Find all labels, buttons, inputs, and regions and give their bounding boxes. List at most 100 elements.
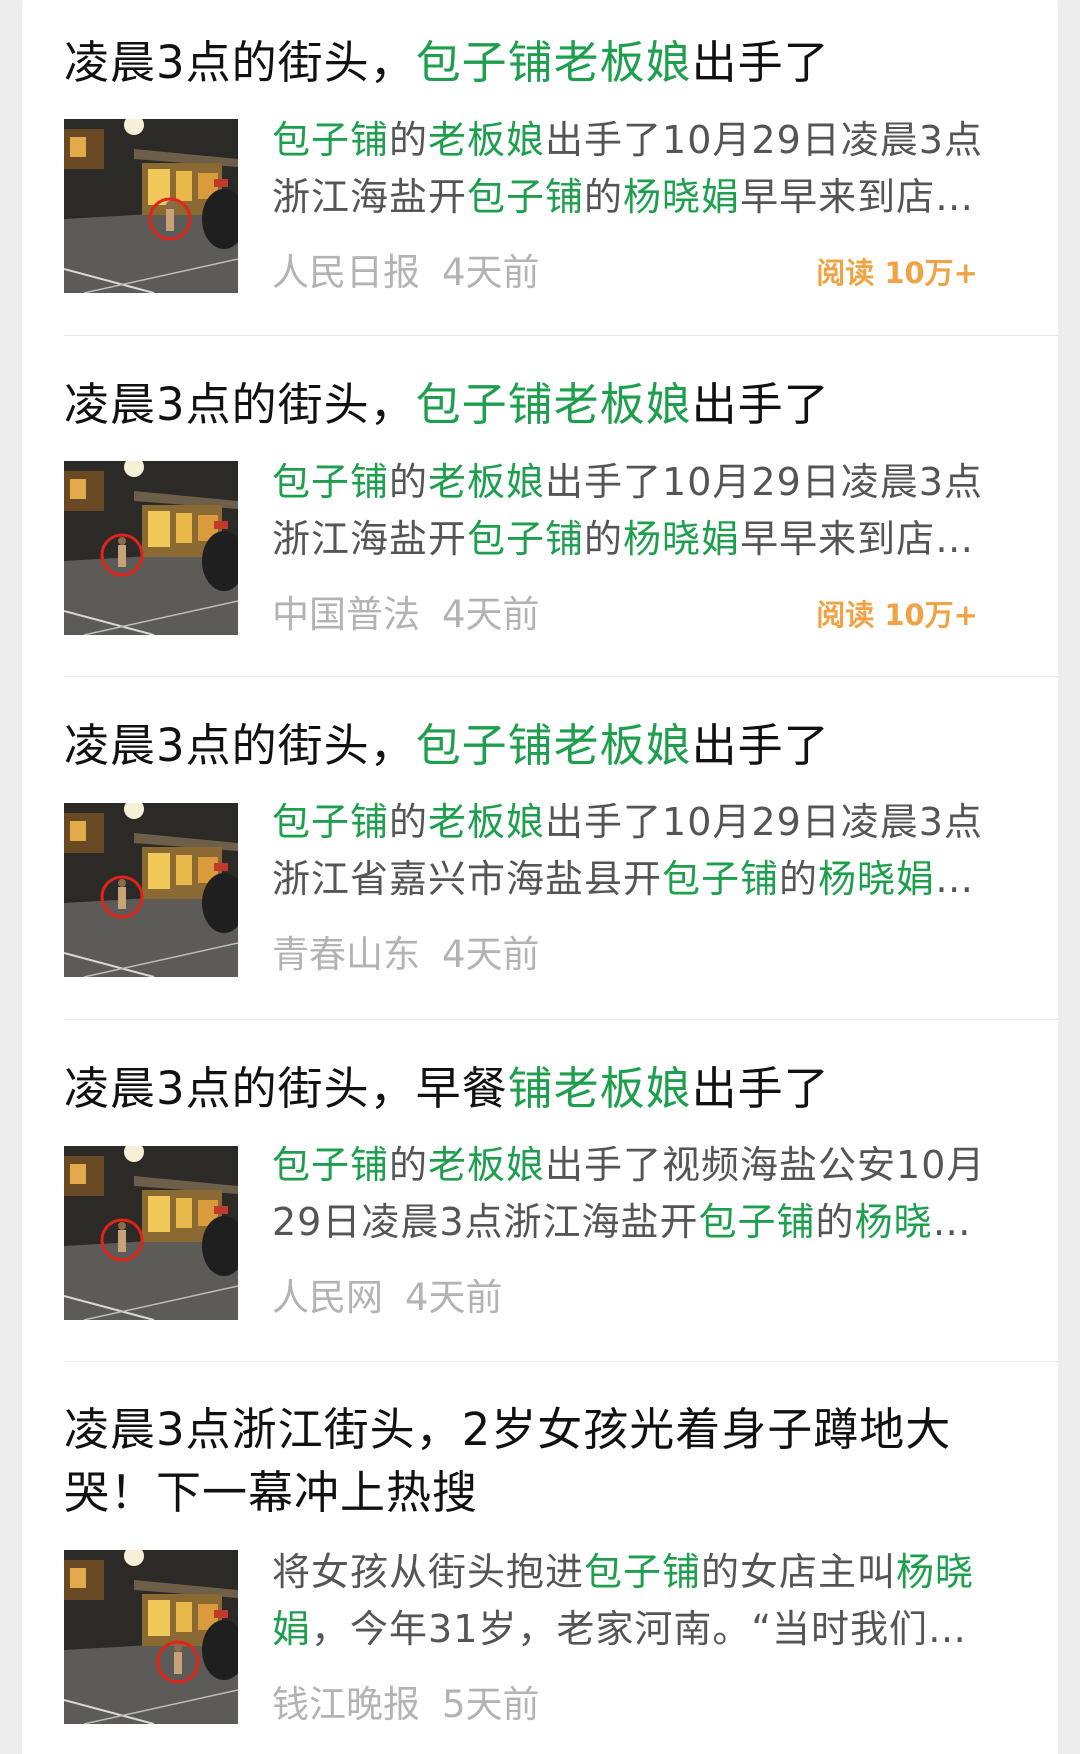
article-time: 5天前 xyxy=(442,1683,540,1726)
article-time: 4天前 xyxy=(442,933,540,976)
article-thumbnail[interactable] xyxy=(64,1550,238,1724)
text-segment: 出手了视频海盐公安10月 xyxy=(545,1143,986,1187)
article-abstract: 包子铺的老板娘出手了10月29日凌晨3点浙江海盐开包子铺的杨晓娟早早来到店… xyxy=(272,112,1022,226)
text-segment: 的女店主叫 xyxy=(701,1550,897,1594)
cctv-image xyxy=(64,119,238,293)
text-segment: 出手了 xyxy=(691,36,830,89)
text-segment: ，今年31岁，老家河南。“当时我们… xyxy=(311,1607,968,1651)
text-segment: 的 xyxy=(389,800,429,844)
keyword-highlight: 杨晓娟 xyxy=(818,857,936,901)
text-segment: 出手了10月29日凌晨3点 xyxy=(545,118,983,162)
keyword-highlight: 包子铺 xyxy=(584,1550,702,1594)
text-segment: 的 xyxy=(389,1143,429,1187)
text-segment: … xyxy=(932,1200,972,1244)
text-segment: 的 xyxy=(389,460,429,504)
article-source: 钱江晚报 xyxy=(272,1683,420,1726)
abstract-line: 浙江省嘉兴市海盐县开包子铺的杨晓娟… xyxy=(272,851,1022,908)
keyword-highlight: 包子铺老板娘 xyxy=(415,36,692,89)
keyword-highlight: 包子铺老板娘 xyxy=(415,378,692,431)
article-meta: 青春山东 4天前 xyxy=(272,930,1022,980)
text-segment: 的 xyxy=(584,517,624,561)
article-item[interactable]: 凌晨3点的街头，早餐铺老板娘出手了 包子铺的老板娘出手了视频海盐公安10月 29日… xyxy=(64,1020,1058,1362)
text-segment: 浙江海盐开 xyxy=(272,517,468,561)
article-item[interactable]: 凌晨3点浙江街头，2岁女孩光着身子蹲地大哭！下一幕冲上热搜 将女孩从街头抱进包子… xyxy=(64,1362,1058,1754)
article-time: 4天前 xyxy=(405,1276,503,1319)
abstract-line: 包子铺的老板娘出手了10月29日凌晨3点 xyxy=(272,454,1022,511)
article-time: 4天前 xyxy=(442,593,540,636)
article-meta: 中国普法 4天前 阅读 10万+ xyxy=(272,590,1022,640)
keyword-highlight: 老板娘 xyxy=(428,460,546,504)
text-segment: 29日凌晨3点浙江海盐开 xyxy=(272,1200,699,1244)
article-title[interactable]: 凌晨3点的街头，早餐铺老板娘出手了 xyxy=(64,1058,964,1120)
text-segment: 浙江海盐开 xyxy=(272,175,468,219)
abstract-line: 将女孩从街头抱进包子铺的女店主叫杨晓 xyxy=(272,1544,1022,1601)
article-title[interactable]: 凌晨3点的街头，包子铺老板娘出手了 xyxy=(64,32,964,94)
text-segment: 出手了10月29日凌晨3点 xyxy=(545,800,983,844)
article-meta: 人民日报 4天前 阅读 10万+ xyxy=(272,248,1022,298)
keyword-highlight: 杨晓 xyxy=(896,1550,975,1594)
keyword-highlight: 包子铺 xyxy=(698,1200,816,1244)
article-thumbnail[interactable] xyxy=(64,119,238,293)
article-abstract: 将女孩从街头抱进包子铺的女店主叫杨晓 娟，今年31岁，老家河南。“当时我们… xyxy=(272,1544,1022,1658)
text-segment: 出手了10月29日凌晨3点 xyxy=(545,460,983,504)
article-abstract: 包子铺的老板娘出手了10月29日凌晨3点 浙江省嘉兴市海盐县开包子铺的杨晓娟… xyxy=(272,794,1022,908)
keyword-highlight: 铺老板娘 xyxy=(507,1062,692,1115)
article-item[interactable]: 凌晨3点的街头，包子铺老板娘出手了 包子铺的老板娘出手了10月29日凌晨3点 浙江… xyxy=(64,677,1058,1020)
keyword-highlight: 包子铺 xyxy=(467,517,585,561)
cctv-image xyxy=(64,1550,238,1724)
text-segment: 凌晨3点的街头，早餐 xyxy=(64,1062,508,1115)
article-source: 青春山东 xyxy=(272,933,420,976)
article-abstract: 包子铺的老板娘出手了10月29日凌晨3点 浙江海盐开包子铺的杨晓娟早早来到店… xyxy=(272,454,1022,568)
search-results-page: 凌晨3点的街头，包子铺老板娘出手了 包子铺的老板娘出手了10月29日凌晨3点 浙江… xyxy=(0,0,1080,1754)
article-item[interactable]: 凌晨3点的街头，包子铺老板娘出手了 包子铺的老板娘出手了10月29日凌晨3点 浙江… xyxy=(64,336,1058,677)
text-segment: 出手了 xyxy=(691,719,830,772)
keyword-highlight: 包子铺 xyxy=(467,175,585,219)
text-segment: 的 xyxy=(389,118,429,162)
article-abstract: 包子铺的老板娘出手了视频海盐公安10月 29日凌晨3点浙江海盐开包子铺的杨晓… xyxy=(272,1137,1022,1251)
cctv-image xyxy=(64,461,238,635)
article-title[interactable]: 凌晨3点浙江街头，2岁女孩光着身子蹲地大哭！下一幕冲上热搜 xyxy=(64,1398,964,1524)
text-segment: 浙江省嘉兴市海盐县开 xyxy=(272,857,663,901)
text-segment: 凌晨3点的街头， xyxy=(64,36,416,89)
keyword-highlight: 老板娘 xyxy=(428,118,546,162)
abstract-line: 包子铺的老板娘出手了10月29日凌晨3点 xyxy=(272,794,1022,851)
keyword-highlight: 包子铺老板娘 xyxy=(415,719,692,772)
cctv-image xyxy=(64,803,238,977)
keyword-highlight: 包子铺 xyxy=(272,460,390,504)
keyword-highlight: 娟 xyxy=(272,1607,312,1651)
text-segment: … xyxy=(935,857,975,901)
article-source: 人民日报 xyxy=(272,251,420,294)
article-item[interactable]: 凌晨3点的街头，包子铺老板娘出手了 包子铺的老板娘出手了10月29日凌晨3点 浙江… xyxy=(64,0,1058,336)
abstract-line: 浙江海盐开包子铺的杨晓娟早早来到店… xyxy=(272,169,1022,226)
keyword-highlight: 老板娘 xyxy=(428,800,546,844)
abstract-line: 浙江海盐开包子铺的杨晓娟早早来到店… xyxy=(272,511,1022,568)
keyword-highlight: 杨晓娟 xyxy=(623,175,741,219)
article-meta: 钱江晚报 5天前 xyxy=(272,1680,1022,1730)
article-time: 4天前 xyxy=(442,251,540,294)
keyword-highlight: 杨晓娟 xyxy=(623,517,741,561)
article-read-count: 阅读 10万+ xyxy=(816,598,978,632)
article-read-count: 阅读 10万+ xyxy=(816,256,978,290)
cctv-image xyxy=(64,1146,238,1320)
article-thumbnail[interactable] xyxy=(64,803,238,977)
text-segment: 早早来到店… xyxy=(740,175,975,219)
text-segment: 的 xyxy=(584,175,624,219)
abstract-line: 29日凌晨3点浙江海盐开包子铺的杨晓… xyxy=(272,1194,1022,1251)
text-segment: 早早来到店… xyxy=(740,517,975,561)
keyword-highlight: 包子铺 xyxy=(272,1143,390,1187)
keyword-highlight: 包子铺 xyxy=(662,857,780,901)
article-title[interactable]: 凌晨3点的街头，包子铺老板娘出手了 xyxy=(64,715,964,777)
abstract-line: 包子铺的老板娘出手了视频海盐公安10月 xyxy=(272,1137,1022,1194)
text-segment: 的 xyxy=(815,1200,855,1244)
text-segment: 出手了 xyxy=(691,378,830,431)
text-segment: 凌晨3点的街头， xyxy=(64,719,416,772)
article-thumbnail[interactable] xyxy=(64,1146,238,1320)
text-segment: 凌晨3点的街头， xyxy=(64,378,416,431)
article-title[interactable]: 凌晨3点的街头，包子铺老板娘出手了 xyxy=(64,374,964,436)
keyword-highlight: 包子铺 xyxy=(272,800,390,844)
text-segment: 的 xyxy=(779,857,819,901)
article-meta: 人民网 4天前 xyxy=(272,1273,1022,1323)
text-segment: 凌晨3点浙江街头，2岁女孩光着身子蹲地大哭！下一幕冲上热搜 xyxy=(64,1403,952,1519)
article-thumbnail[interactable] xyxy=(64,461,238,635)
abstract-line: 娟，今年31岁，老家河南。“当时我们… xyxy=(272,1601,1022,1658)
